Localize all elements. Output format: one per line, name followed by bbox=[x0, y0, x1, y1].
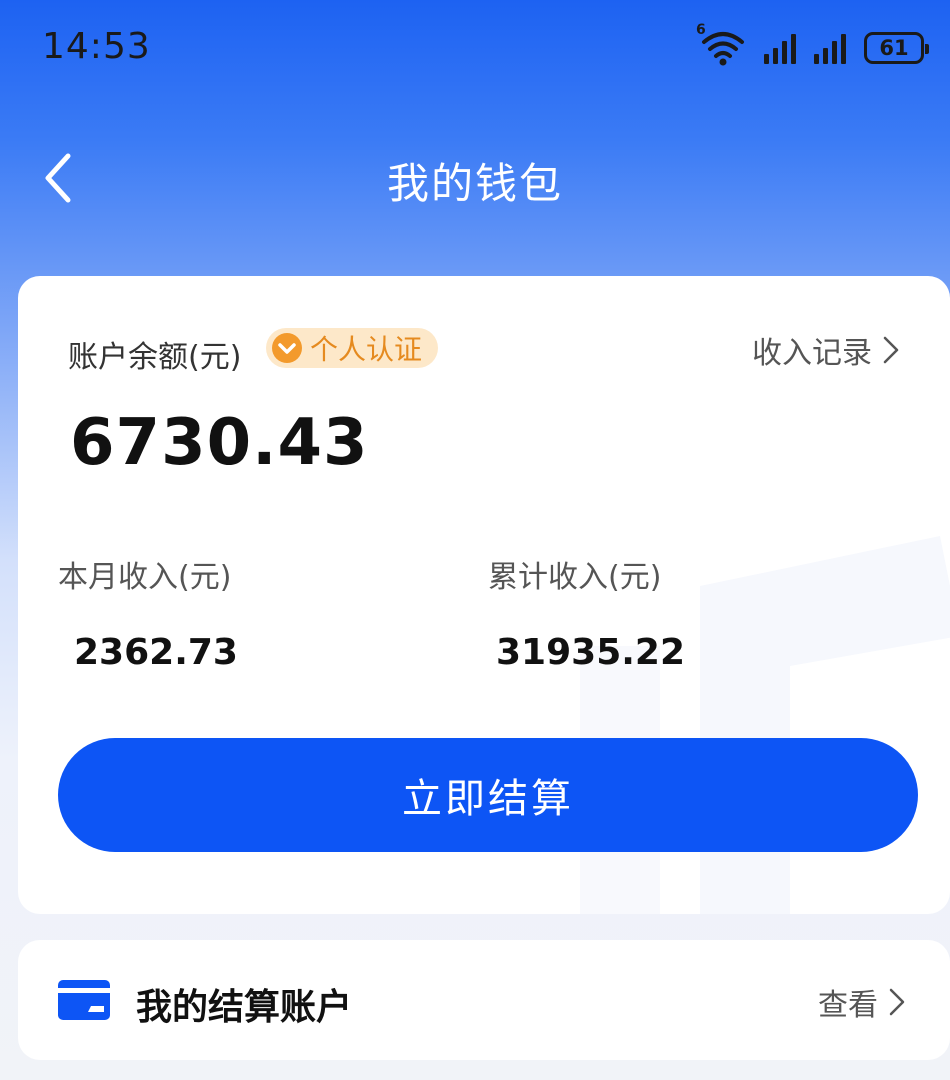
settlement-account-title: 我的结算账户 bbox=[136, 987, 353, 1028]
nav-bar: 我的钱包 bbox=[0, 130, 950, 226]
settlement-account-row[interactable]: 我的结算账户 查看 bbox=[18, 940, 950, 1060]
balance-label: 账户余额(元) bbox=[68, 340, 242, 375]
total-income-value: 31935.22 bbox=[496, 632, 686, 673]
badge-label: 个人认证 bbox=[310, 333, 423, 366]
card-icon bbox=[58, 980, 110, 1020]
wifi-label: 6 bbox=[696, 22, 706, 38]
wallet-card: 账户余额(元) 个人认证 收入记录 6730.43 本月收入(元) 2362.7… bbox=[18, 276, 950, 914]
status-time: 14:53 bbox=[42, 26, 151, 67]
month-income-value: 2362.73 bbox=[74, 632, 238, 673]
chevron-right-icon bbox=[889, 988, 905, 1016]
chevron-right-icon bbox=[883, 336, 899, 364]
settle-now-button[interactable]: 立即结算 bbox=[58, 738, 918, 852]
income-record-label: 收入记录 bbox=[752, 336, 872, 371]
verification-badge: 个人认证 bbox=[266, 328, 439, 368]
wifi-icon: 6 bbox=[696, 22, 746, 68]
battery-icon: 61 bbox=[864, 32, 929, 64]
status-bar: 14:53 6 61 bbox=[0, 0, 950, 100]
signal-icon bbox=[764, 32, 796, 64]
verified-icon bbox=[272, 333, 302, 363]
view-account-link[interactable]: 查看 bbox=[818, 980, 906, 1024]
page-title: 我的钱包 bbox=[386, 159, 563, 208]
status-icons: 6 61 bbox=[696, 22, 929, 68]
balance-value: 6730.43 bbox=[70, 406, 369, 480]
month-income-label: 本月收入(元) bbox=[58, 560, 232, 595]
income-record-link[interactable]: 收入记录 bbox=[752, 328, 900, 372]
battery-level: 61 bbox=[879, 36, 909, 60]
view-label: 查看 bbox=[818, 988, 878, 1023]
signal-icon-2 bbox=[814, 32, 846, 64]
total-income-label: 累计收入(元) bbox=[488, 560, 662, 595]
